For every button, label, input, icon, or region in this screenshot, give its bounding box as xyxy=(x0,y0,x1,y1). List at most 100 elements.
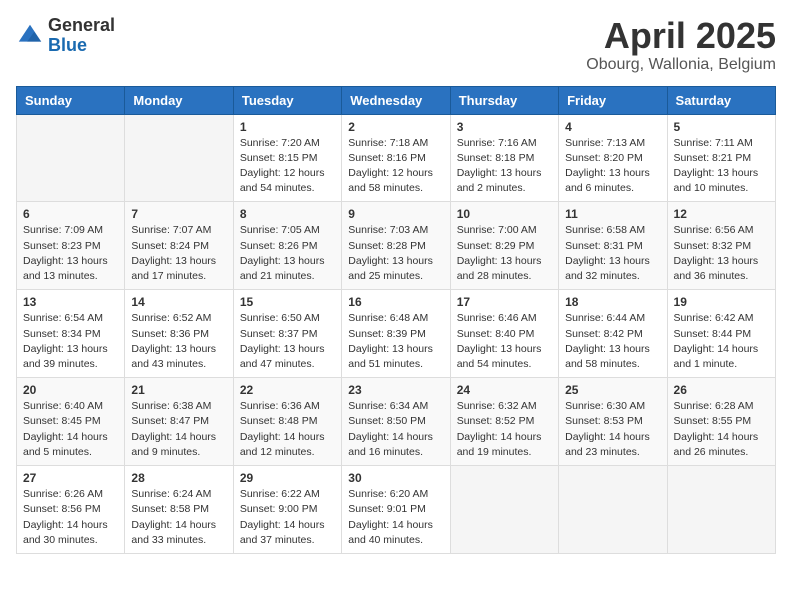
day-number: 5 xyxy=(674,120,769,134)
day-number: 21 xyxy=(131,383,226,397)
logo-icon xyxy=(16,22,44,50)
calendar-cell: 13 Sunrise: 6:54 AMSunset: 8:34 PMDaylig… xyxy=(17,290,125,378)
day-number: 13 xyxy=(23,295,118,309)
day-number: 15 xyxy=(240,295,335,309)
day-info: Sunrise: 7:00 AMSunset: 8:29 PMDaylight:… xyxy=(457,224,542,282)
calendar-cell: 30 Sunrise: 6:20 AMSunset: 9:01 PMDaylig… xyxy=(342,466,450,554)
day-number: 30 xyxy=(348,471,443,485)
calendar-cell: 27 Sunrise: 6:26 AMSunset: 8:56 PMDaylig… xyxy=(17,466,125,554)
calendar-cell: 6 Sunrise: 7:09 AMSunset: 8:23 PMDayligh… xyxy=(17,202,125,290)
day-number: 12 xyxy=(674,207,769,221)
day-number: 1 xyxy=(240,120,335,134)
calendar-cell: 19 Sunrise: 6:42 AMSunset: 8:44 PMDaylig… xyxy=(667,290,775,378)
day-info: Sunrise: 6:26 AMSunset: 8:56 PMDaylight:… xyxy=(23,488,108,546)
day-number: 20 xyxy=(23,383,118,397)
day-info: Sunrise: 6:50 AMSunset: 8:37 PMDaylight:… xyxy=(240,312,325,370)
header-tuesday: Tuesday xyxy=(233,86,341,114)
calendar-cell: 1 Sunrise: 7:20 AMSunset: 8:15 PMDayligh… xyxy=(233,114,341,202)
day-info: Sunrise: 6:44 AMSunset: 8:42 PMDaylight:… xyxy=(565,312,650,370)
day-info: Sunrise: 6:40 AMSunset: 8:45 PMDaylight:… xyxy=(23,400,108,458)
day-number: 3 xyxy=(457,120,552,134)
calendar-cell: 16 Sunrise: 6:48 AMSunset: 8:39 PMDaylig… xyxy=(342,290,450,378)
calendar-cell xyxy=(125,114,233,202)
day-info: Sunrise: 7:11 AMSunset: 8:21 PMDaylight:… xyxy=(674,137,759,195)
day-number: 26 xyxy=(674,383,769,397)
day-info: Sunrise: 6:48 AMSunset: 8:39 PMDaylight:… xyxy=(348,312,433,370)
day-number: 25 xyxy=(565,383,660,397)
logo: General Blue xyxy=(16,16,115,56)
logo-text: General Blue xyxy=(48,16,115,56)
day-info: Sunrise: 7:07 AMSunset: 8:24 PMDaylight:… xyxy=(131,224,216,282)
calendar-cell: 12 Sunrise: 6:56 AMSunset: 8:32 PMDaylig… xyxy=(667,202,775,290)
day-number: 27 xyxy=(23,471,118,485)
day-number: 24 xyxy=(457,383,552,397)
header-monday: Monday xyxy=(125,86,233,114)
day-info: Sunrise: 6:42 AMSunset: 8:44 PMDaylight:… xyxy=(674,312,759,370)
day-number: 29 xyxy=(240,471,335,485)
calendar-week-row: 13 Sunrise: 6:54 AMSunset: 8:34 PMDaylig… xyxy=(17,290,776,378)
day-number: 16 xyxy=(348,295,443,309)
day-info: Sunrise: 6:52 AMSunset: 8:36 PMDaylight:… xyxy=(131,312,216,370)
day-number: 6 xyxy=(23,207,118,221)
calendar-cell: 10 Sunrise: 7:00 AMSunset: 8:29 PMDaylig… xyxy=(450,202,558,290)
calendar-cell: 18 Sunrise: 6:44 AMSunset: 8:42 PMDaylig… xyxy=(559,290,667,378)
calendar-cell xyxy=(667,466,775,554)
day-info: Sunrise: 6:30 AMSunset: 8:53 PMDaylight:… xyxy=(565,400,650,458)
calendar-cell: 11 Sunrise: 6:58 AMSunset: 8:31 PMDaylig… xyxy=(559,202,667,290)
day-number: 19 xyxy=(674,295,769,309)
calendar-cell: 23 Sunrise: 6:34 AMSunset: 8:50 PMDaylig… xyxy=(342,378,450,466)
calendar-cell: 21 Sunrise: 6:38 AMSunset: 8:47 PMDaylig… xyxy=(125,378,233,466)
calendar-cell: 2 Sunrise: 7:18 AMSunset: 8:16 PMDayligh… xyxy=(342,114,450,202)
day-number: 23 xyxy=(348,383,443,397)
calendar-cell: 8 Sunrise: 7:05 AMSunset: 8:26 PMDayligh… xyxy=(233,202,341,290)
calendar-cell: 14 Sunrise: 6:52 AMSunset: 8:36 PMDaylig… xyxy=(125,290,233,378)
day-info: Sunrise: 6:34 AMSunset: 8:50 PMDaylight:… xyxy=(348,400,433,458)
calendar-week-row: 1 Sunrise: 7:20 AMSunset: 8:15 PMDayligh… xyxy=(17,114,776,202)
day-number: 18 xyxy=(565,295,660,309)
calendar-header-row: Sunday Monday Tuesday Wednesday Thursday… xyxy=(17,86,776,114)
header-sunday: Sunday xyxy=(17,86,125,114)
day-number: 11 xyxy=(565,207,660,221)
day-info: Sunrise: 7:05 AMSunset: 8:26 PMDaylight:… xyxy=(240,224,325,282)
calendar-week-row: 20 Sunrise: 6:40 AMSunset: 8:45 PMDaylig… xyxy=(17,378,776,466)
header-saturday: Saturday xyxy=(667,86,775,114)
day-info: Sunrise: 6:28 AMSunset: 8:55 PMDaylight:… xyxy=(674,400,759,458)
day-number: 9 xyxy=(348,207,443,221)
day-info: Sunrise: 6:22 AMSunset: 9:00 PMDaylight:… xyxy=(240,488,325,546)
calendar-cell xyxy=(17,114,125,202)
calendar-cell: 5 Sunrise: 7:11 AMSunset: 8:21 PMDayligh… xyxy=(667,114,775,202)
main-title: April 2025 xyxy=(586,16,776,56)
page-header: General Blue April 2025 Obourg, Wallonia… xyxy=(16,16,776,74)
calendar-table: Sunday Monday Tuesday Wednesday Thursday… xyxy=(16,86,776,554)
day-info: Sunrise: 6:58 AMSunset: 8:31 PMDaylight:… xyxy=(565,224,650,282)
calendar-cell: 26 Sunrise: 6:28 AMSunset: 8:55 PMDaylig… xyxy=(667,378,775,466)
calendar-cell: 24 Sunrise: 6:32 AMSunset: 8:52 PMDaylig… xyxy=(450,378,558,466)
day-number: 7 xyxy=(131,207,226,221)
day-number: 2 xyxy=(348,120,443,134)
day-info: Sunrise: 6:56 AMSunset: 8:32 PMDaylight:… xyxy=(674,224,759,282)
day-info: Sunrise: 6:38 AMSunset: 8:47 PMDaylight:… xyxy=(131,400,216,458)
day-number: 8 xyxy=(240,207,335,221)
header-thursday: Thursday xyxy=(450,86,558,114)
calendar-cell xyxy=(450,466,558,554)
logo-general: General xyxy=(48,16,115,36)
day-number: 4 xyxy=(565,120,660,134)
calendar-week-row: 6 Sunrise: 7:09 AMSunset: 8:23 PMDayligh… xyxy=(17,202,776,290)
day-info: Sunrise: 7:03 AMSunset: 8:28 PMDaylight:… xyxy=(348,224,433,282)
logo-blue: Blue xyxy=(48,36,115,56)
day-info: Sunrise: 6:54 AMSunset: 8:34 PMDaylight:… xyxy=(23,312,108,370)
day-info: Sunrise: 7:20 AMSunset: 8:15 PMDaylight:… xyxy=(240,137,325,195)
day-info: Sunrise: 7:13 AMSunset: 8:20 PMDaylight:… xyxy=(565,137,650,195)
day-info: Sunrise: 7:18 AMSunset: 8:16 PMDaylight:… xyxy=(348,137,433,195)
header-friday: Friday xyxy=(559,86,667,114)
day-number: 14 xyxy=(131,295,226,309)
day-number: 17 xyxy=(457,295,552,309)
calendar-week-row: 27 Sunrise: 6:26 AMSunset: 8:56 PMDaylig… xyxy=(17,466,776,554)
calendar-cell: 20 Sunrise: 6:40 AMSunset: 8:45 PMDaylig… xyxy=(17,378,125,466)
calendar-cell: 3 Sunrise: 7:16 AMSunset: 8:18 PMDayligh… xyxy=(450,114,558,202)
day-number: 10 xyxy=(457,207,552,221)
day-number: 28 xyxy=(131,471,226,485)
day-info: Sunrise: 7:09 AMSunset: 8:23 PMDaylight:… xyxy=(23,224,108,282)
day-info: Sunrise: 6:32 AMSunset: 8:52 PMDaylight:… xyxy=(457,400,542,458)
day-info: Sunrise: 6:24 AMSunset: 8:58 PMDaylight:… xyxy=(131,488,216,546)
